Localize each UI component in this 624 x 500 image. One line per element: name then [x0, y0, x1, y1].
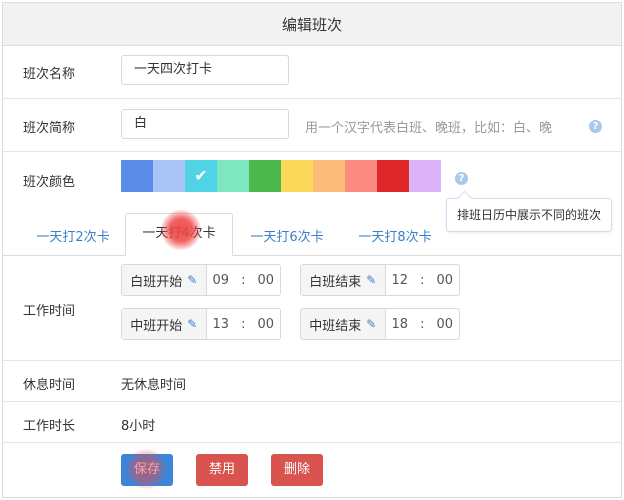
- color-swatch-6[interactable]: [281, 160, 313, 192]
- color-swatch-3[interactable]: ✔: [185, 160, 217, 192]
- mid-shift-end-field[interactable]: 中班结束 ✎ 18:00: [300, 308, 460, 340]
- time-separator: :: [241, 316, 246, 332]
- dialog-title: 编辑班次: [281, 15, 342, 34]
- shift-short-hint: 用一个汉字代表白班、晚班，比如：白、晚: [305, 121, 553, 136]
- time-separator: :: [241, 272, 246, 288]
- duration-label: 工作时长: [23, 419, 76, 434]
- minute-value[interactable]: 00: [436, 317, 453, 332]
- color-swatch-2[interactable]: [153, 160, 185, 192]
- color-swatch-4[interactable]: [217, 160, 249, 192]
- rest-time-row: 休息时间 无休息时间: [3, 361, 621, 402]
- color-swatch-list: ✔: [121, 160, 441, 192]
- disable-button[interactable]: 禁用: [196, 454, 248, 486]
- day-shift-end-field[interactable]: 白班结束 ✎ 12:00: [300, 264, 460, 296]
- slot-label: 中班结束: [309, 318, 362, 334]
- color-swatch-8[interactable]: [345, 160, 377, 192]
- question-circle-icon[interactable]: ?: [589, 120, 602, 133]
- pencil-icon[interactable]: ✎: [187, 273, 197, 287]
- pencil-icon[interactable]: ✎: [366, 273, 376, 287]
- slot-label: 中班开始: [130, 318, 183, 334]
- color-help-tooltip: 排班日历中展示不同的班次: [446, 198, 612, 232]
- work-time-label: 工作时间: [23, 304, 76, 319]
- dialog-header: 编辑班次: [3, 3, 621, 46]
- shift-name-row: 班次名称 一天四次打卡: [3, 46, 621, 99]
- pencil-icon[interactable]: ✎: [366, 317, 376, 331]
- shift-color-label: 班次颜色: [23, 175, 76, 190]
- hour-value[interactable]: 13: [213, 317, 230, 332]
- time-separator: :: [420, 272, 425, 288]
- tab-6-punches[interactable]: 一天打6次卡: [235, 223, 339, 255]
- hour-value[interactable]: 12: [392, 273, 409, 288]
- color-swatch-1[interactable]: [121, 160, 153, 192]
- color-swatch-5[interactable]: [249, 160, 281, 192]
- rest-time-label: 休息时间: [23, 378, 76, 393]
- minute-value[interactable]: 00: [257, 273, 274, 288]
- time-separator: :: [420, 316, 425, 332]
- minute-value[interactable]: 00: [436, 273, 453, 288]
- shift-short-input[interactable]: 白: [121, 109, 289, 139]
- color-swatch-7[interactable]: [313, 160, 345, 192]
- shift-short-row: 班次简称 白 用一个汉字代表白班、晚班，比如：白、晚 ?: [3, 99, 621, 152]
- tab-8-punches[interactable]: 一天打8次卡: [343, 223, 447, 255]
- edit-shift-dialog: 编辑班次 班次名称 一天四次打卡 班次简称 白 用一个汉字代表白班、晚班，比如：…: [2, 2, 622, 498]
- day-shift-start-field[interactable]: 白班开始 ✎ 09:00: [121, 264, 281, 296]
- shift-name-input[interactable]: 一天四次打卡: [121, 55, 289, 85]
- slot-label: 白班结束: [309, 274, 362, 290]
- save-button[interactable]: 保存: [121, 454, 173, 486]
- tab-4-punches[interactable]: 一天打4次卡: [125, 213, 233, 256]
- slot-label: 白班开始: [130, 274, 183, 290]
- hour-value[interactable]: 09: [213, 273, 230, 288]
- question-circle-icon[interactable]: ?: [455, 172, 468, 185]
- duration-value: 8小时: [121, 419, 156, 434]
- delete-button[interactable]: 删除: [271, 454, 323, 486]
- shift-name-label: 班次名称: [23, 67, 76, 82]
- check-icon: ✔: [194, 166, 208, 185]
- mid-shift-start-field[interactable]: 中班开始 ✎ 13:00: [121, 308, 281, 340]
- pencil-icon[interactable]: ✎: [187, 317, 197, 331]
- shift-short-label: 班次简称: [23, 121, 76, 136]
- hour-value[interactable]: 18: [392, 317, 409, 332]
- minute-value[interactable]: 00: [257, 317, 274, 332]
- color-swatch-9[interactable]: [377, 160, 409, 192]
- color-swatch-10[interactable]: [409, 160, 441, 192]
- tab-2-punches[interactable]: 一天打2次卡: [21, 223, 125, 255]
- rest-time-value: 无休息时间: [121, 378, 187, 393]
- duration-row: 工作时长 8小时: [3, 402, 621, 443]
